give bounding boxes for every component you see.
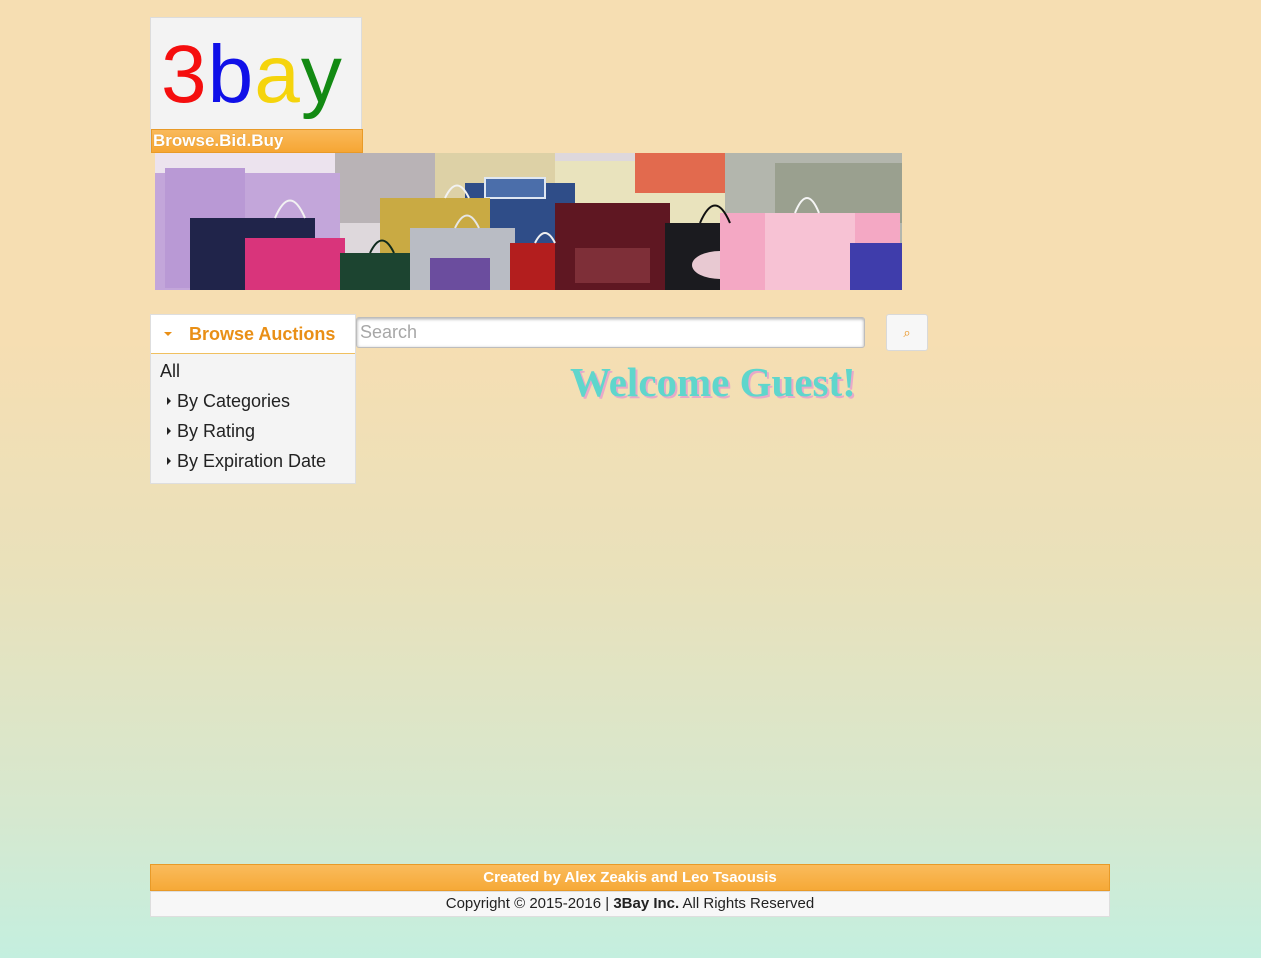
caret-right-icon xyxy=(167,457,171,465)
rights-text: All Rights Reserved xyxy=(679,895,815,912)
company-name: 3Bay Inc. xyxy=(613,895,680,912)
nav-item-by-expiration-date[interactable]: By Expiration Date xyxy=(151,446,355,476)
logo-letter-3: 3 xyxy=(161,29,208,120)
caret-right-icon xyxy=(167,427,171,435)
site-logo[interactable]: 3bay Browse.Bid.Buy xyxy=(150,17,363,153)
logo-tagline: Browse.Bid.Buy xyxy=(151,129,363,153)
banner-image xyxy=(155,153,902,290)
search-button[interactable]: ⌕ xyxy=(886,314,928,351)
logo-letter-b: b xyxy=(207,29,255,120)
search-input[interactable] xyxy=(356,317,865,348)
nav-item-label: By Categories xyxy=(177,391,291,411)
logo-wordmark: 3bay xyxy=(161,30,343,120)
footer-credits: Created by Alex Zeakis and Leo Tsaousis xyxy=(150,864,1110,891)
caret-right-icon xyxy=(167,397,171,405)
nav-item-all[interactable]: All xyxy=(151,356,355,386)
shopping-bags-illustration xyxy=(155,153,902,290)
copyright-text: Copyright © 2015-2016 | xyxy=(445,895,614,912)
footer-copyright: Copyright © 2015-2016 | 3Bay Inc. All Ri… xyxy=(150,891,1110,917)
search-icon: ⌕ xyxy=(903,325,911,340)
welcome-heading: Welcome Guest! xyxy=(570,359,856,405)
nav-item-by-categories[interactable]: By Categories xyxy=(151,386,355,416)
caret-down-icon xyxy=(164,332,172,336)
nav-item-by-rating[interactable]: By Rating xyxy=(151,416,355,446)
logo-letter-a: a xyxy=(254,29,301,120)
logo-letter-y: y xyxy=(300,29,343,120)
browse-auctions-title: Browse Auctions xyxy=(189,323,336,344)
nav-item-label: All xyxy=(160,361,181,381)
browse-auctions-menu: Browse Auctions All By Categories By Rat… xyxy=(150,314,356,484)
nav-item-label: By Expiration Date xyxy=(177,451,327,471)
browse-auctions-toggle[interactable]: Browse Auctions xyxy=(151,315,355,354)
nav-item-label: By Rating xyxy=(177,421,256,441)
